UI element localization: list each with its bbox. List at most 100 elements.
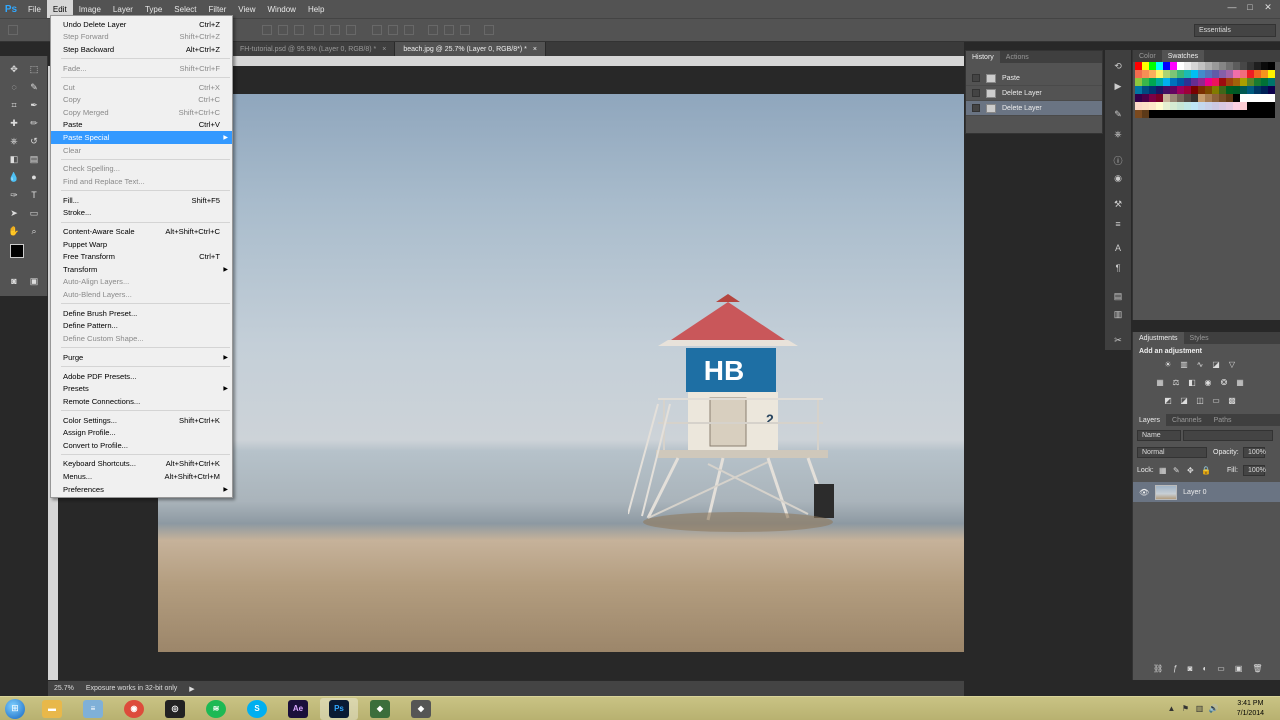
tray-flag-icon[interactable]: ⚑	[1181, 703, 1190, 713]
swatch[interactable]	[1254, 62, 1261, 70]
align-center-icon[interactable]	[330, 25, 340, 35]
swatch[interactable]	[1268, 70, 1275, 78]
swatch[interactable]	[1205, 110, 1212, 118]
swatch[interactable]	[1191, 102, 1198, 110]
swatch[interactable]	[1177, 110, 1184, 118]
distribute-right-icon[interactable]	[460, 25, 470, 35]
tab-styles[interactable]: Styles	[1184, 332, 1215, 344]
distribute-left-icon[interactable]	[428, 25, 438, 35]
healing-brush-tool-icon[interactable]: ✚	[6, 116, 22, 130]
swatch[interactable]	[1170, 78, 1177, 86]
start-button[interactable]: ⊞	[0, 697, 30, 720]
tray-up-arrow-icon[interactable]: ▲	[1167, 703, 1176, 713]
rectangle-tool-icon[interactable]: ▭	[26, 206, 42, 220]
menu-help[interactable]: Help	[302, 0, 330, 18]
swatch[interactable]	[1205, 62, 1212, 70]
swatch[interactable]	[1191, 86, 1198, 94]
swatch[interactable]	[1261, 110, 1268, 118]
swatch[interactable]	[1261, 78, 1268, 86]
lock-position-icon[interactable]: ✥	[1187, 466, 1194, 475]
swatch[interactable]	[1219, 110, 1226, 118]
swatch[interactable]	[1247, 110, 1254, 118]
visibility-eye-icon[interactable]: 👁	[1139, 488, 1149, 497]
foreground-color-swatch[interactable]	[10, 244, 24, 258]
blend-mode-select[interactable]: Normal	[1137, 447, 1207, 458]
swatch[interactable]	[1184, 110, 1191, 118]
layer-name[interactable]: Layer 0	[1183, 489, 1206, 496]
close-icon[interactable]: ×	[533, 46, 537, 53]
taskbar-clock[interactable]: 3:41 PM 7/1/2014	[1237, 699, 1264, 719]
swatch[interactable]	[1261, 94, 1268, 102]
swatch[interactable]	[1135, 78, 1142, 86]
info-panel-icon[interactable]: ⓘ	[1111, 154, 1125, 166]
link-layers-icon[interactable]: ⛓	[1153, 664, 1163, 673]
swatch[interactable]	[1247, 86, 1254, 94]
swatch[interactable]	[1233, 78, 1240, 86]
swatch[interactable]	[1135, 110, 1142, 118]
swatch[interactable]	[1163, 102, 1170, 110]
taskbar-app[interactable]: ◆	[361, 698, 399, 720]
swatch[interactable]	[1261, 102, 1268, 110]
menu-item-adobe-pdf-presets[interactable]: Adobe PDF Presets...	[51, 370, 232, 383]
distribute-bottom-icon[interactable]	[404, 25, 414, 35]
swatch[interactable]	[1205, 94, 1212, 102]
layer-row[interactable]: 👁 Layer 0	[1133, 482, 1280, 502]
swatch[interactable]	[1226, 102, 1233, 110]
history-brush-source-box[interactable]	[972, 74, 980, 82]
adjust-panel-icon[interactable]: ≡	[1111, 218, 1125, 230]
swatch[interactable]	[1149, 102, 1156, 110]
menu-item-color-settings[interactable]: Color Settings... Shift+Ctrl+K	[51, 414, 232, 427]
swatch[interactable]	[1142, 110, 1149, 118]
move-tool-icon[interactable]: ✥	[6, 62, 22, 76]
swatch[interactable]	[1149, 110, 1156, 118]
photo-filter-icon[interactable]: ◉	[1203, 378, 1213, 387]
close-icon[interactable]: ✕	[1260, 0, 1276, 14]
swatch[interactable]	[1247, 102, 1254, 110]
menu-item-convert-to-profile[interactable]: Convert to Profile...	[51, 439, 232, 452]
swatch[interactable]	[1170, 110, 1177, 118]
swatch[interactable]	[1212, 94, 1219, 102]
menu-item-paste[interactable]: Paste Ctrl+V	[51, 119, 232, 132]
align-middle-icon[interactable]	[278, 25, 288, 35]
swatch[interactable]	[1226, 78, 1233, 86]
tab-beach[interactable]: beach.jpg @ 25.7% (Layer 0, RGB/8*) * ×	[395, 42, 546, 56]
hue-saturation-icon[interactable]: ▦	[1155, 378, 1165, 387]
selective-color-icon[interactable]: ▩	[1227, 396, 1237, 405]
paragraph-panel-icon[interactable]: ¶	[1111, 262, 1125, 274]
dodge-tool-icon[interactable]: ●	[26, 170, 42, 184]
menu-window[interactable]: Window	[262, 0, 302, 18]
swatch[interactable]	[1198, 78, 1205, 86]
zoom-level[interactable]: 25.7%	[54, 685, 74, 692]
menu-item-menus[interactable]: Menus... Alt+Shift+Ctrl+M	[51, 470, 232, 483]
swatch[interactable]	[1205, 102, 1212, 110]
swatch[interactable]	[1156, 78, 1163, 86]
taskbar-chrome[interactable]: ◉	[115, 698, 153, 720]
history-brush-tool-icon[interactable]: ↺	[26, 134, 42, 148]
swatch[interactable]	[1170, 102, 1177, 110]
swatch[interactable]	[1212, 62, 1219, 70]
swatch[interactable]	[1247, 62, 1254, 70]
swatch[interactable]	[1212, 78, 1219, 86]
brightness-contrast-icon[interactable]: ☀	[1163, 360, 1173, 369]
swatch[interactable]	[1198, 110, 1205, 118]
new-layer-icon[interactable]: ▣	[1235, 664, 1243, 673]
move-tool-preset-icon[interactable]	[8, 25, 18, 35]
swatch[interactable]	[1149, 62, 1156, 70]
swatch[interactable]	[1191, 94, 1198, 102]
swatch[interactable]	[1226, 86, 1233, 94]
swatch[interactable]	[1156, 110, 1163, 118]
swatch[interactable]	[1240, 86, 1247, 94]
taskbar-notepad[interactable]: ≡	[74, 698, 112, 720]
swatch[interactable]	[1233, 94, 1240, 102]
tray-network-icon[interactable]: ▥	[1195, 703, 1204, 713]
fill-input[interactable]: 100%	[1243, 465, 1266, 476]
tray-volume-icon[interactable]: 🔊	[1209, 703, 1219, 713]
swatch[interactable]	[1142, 62, 1149, 70]
swatch[interactable]	[1177, 78, 1184, 86]
horizontal-ruler[interactable]	[232, 56, 964, 66]
screen-mode-icon[interactable]: ▣	[26, 274, 42, 288]
path-selection-tool-icon[interactable]: ➤	[6, 206, 22, 220]
status-menu-arrow-icon[interactable]: ▶	[189, 685, 194, 693]
swatch[interactable]	[1184, 86, 1191, 94]
pen-tool-icon[interactable]: ✑	[6, 188, 22, 202]
